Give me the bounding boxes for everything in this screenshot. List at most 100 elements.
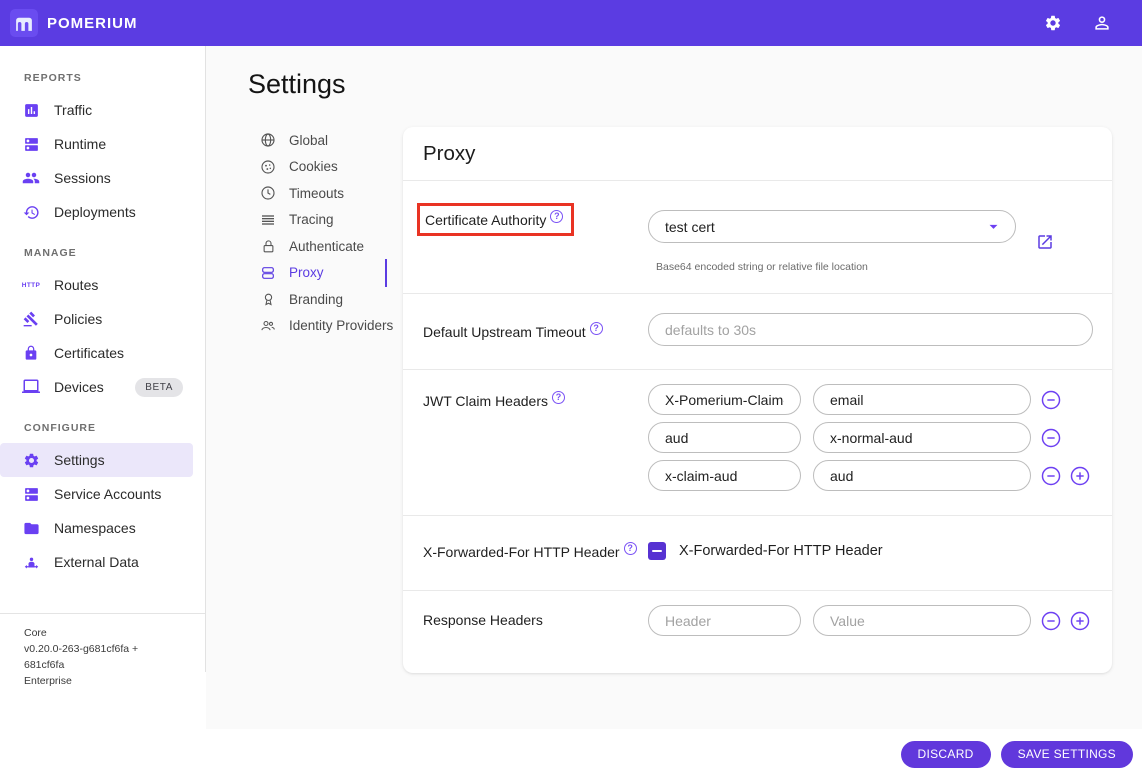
- jwt-claim-pair: [648, 384, 1093, 415]
- sidebar-item-external-data[interactable]: External Data: [0, 545, 193, 579]
- x-forwarded-for-checkbox-label: X-Forwarded-For HTTP Header: [679, 543, 883, 559]
- tab-cookies[interactable]: Cookies: [248, 154, 403, 181]
- runtime-icon: [22, 135, 40, 153]
- sidebar-item-deployments[interactable]: Deployments: [0, 195, 193, 229]
- jwt-claim-value-input[interactable]: [813, 460, 1031, 491]
- tab-global[interactable]: Global: [248, 127, 403, 154]
- sidebar-item-service-accounts[interactable]: Service Accounts: [0, 477, 193, 511]
- account-icon[interactable]: [1092, 13, 1112, 33]
- tab-authenticate[interactable]: Authenticate: [248, 233, 403, 260]
- jwt-claim-headers-label: JWT Claim Headers: [423, 393, 548, 409]
- certificate-authority-select[interactable]: test cert: [648, 210, 1016, 243]
- lock-icon: [260, 238, 276, 254]
- external-link-icon[interactable]: [1036, 233, 1054, 251]
- proxy-icon: [260, 265, 276, 281]
- remove-row-icon[interactable]: [1040, 465, 1062, 487]
- tab-tracing[interactable]: Tracing: [248, 207, 403, 234]
- subnav-label: Authenticate: [289, 238, 365, 254]
- sidebar-section-configure: CONFIGURE: [24, 422, 96, 434]
- certificate-authority-label: Certificate Authority: [425, 212, 547, 228]
- sidebar-item-label: Routes: [54, 277, 99, 293]
- version-info: Core v0.20.0-263-g681cf6fa + 681cf6fa En…: [0, 613, 205, 700]
- remove-row-icon[interactable]: [1040, 610, 1062, 632]
- default-upstream-timeout-input[interactable]: [648, 313, 1093, 346]
- proxy-settings-card: Proxy Certificate Authority test cert: [403, 127, 1112, 673]
- response-header-name-input[interactable]: [648, 605, 801, 636]
- version-build: v0.20.0-263-g681cf6fa + 681cf6fa: [24, 643, 139, 671]
- sidebar-item-label: Devices: [54, 379, 104, 395]
- deployments-icon: [22, 203, 40, 221]
- jwt-claim-header-input[interactable]: [648, 422, 801, 453]
- default-upstream-timeout-row: Default Upstream Timeout: [403, 294, 1112, 369]
- tab-identity-providers[interactable]: Identity Providers: [248, 313, 403, 340]
- sidebar-item-certificates[interactable]: Certificates: [0, 336, 193, 370]
- remove-row-icon[interactable]: [1040, 389, 1062, 411]
- sidebar-item-label: Certificates: [54, 345, 125, 361]
- subnav-label: Cookies: [289, 159, 338, 175]
- pomerium-logo-icon: [10, 9, 38, 37]
- sidebar-item-label: Policies: [54, 311, 103, 327]
- routes-icon: HTTP: [21, 281, 41, 289]
- help-icon[interactable]: [589, 322, 603, 335]
- response-headers-label: Response Headers: [423, 612, 543, 628]
- x-forwarded-for-label: X-Forwarded-For HTTP Header: [423, 544, 620, 560]
- help-icon[interactable]: [623, 542, 637, 555]
- external-data-icon: [22, 553, 40, 571]
- x-forwarded-for-checkbox[interactable]: [648, 542, 666, 560]
- sidebar-item-sessions[interactable]: Sessions: [0, 161, 193, 195]
- sidebar-item-policies[interactable]: Policies: [0, 302, 193, 336]
- branding-icon: [260, 291, 276, 307]
- help-icon[interactable]: [550, 210, 564, 223]
- beta-badge: BETA: [135, 377, 183, 397]
- tab-branding[interactable]: Branding: [248, 286, 403, 313]
- save-settings-button[interactable]: SAVE SETTINGS: [1000, 740, 1133, 768]
- certificate-authority-value: test cert: [665, 218, 715, 235]
- sidebar-item-namespaces[interactable]: Namespaces: [0, 511, 193, 545]
- jwt-claim-value-input[interactable]: [813, 422, 1031, 453]
- jwt-claim-value-input[interactable]: [813, 384, 1031, 415]
- settings-icon: [22, 451, 40, 469]
- sidebar-section-reports: REPORTS: [24, 72, 82, 84]
- certificate-authority-helper: Base64 encoded string or relative file l…: [656, 261, 868, 273]
- discard-button[interactable]: DISCARD: [900, 740, 991, 768]
- remove-row-icon[interactable]: [1040, 427, 1062, 449]
- subnav-label: Timeouts: [289, 185, 345, 201]
- brand-name: POMERIUM: [47, 14, 138, 32]
- action-footer: DISCARD SAVE SETTINGS: [0, 729, 1142, 779]
- top-bar: POMERIUM: [0, 0, 1142, 46]
- subnav-label: Branding: [289, 291, 344, 307]
- response-header-value-input[interactable]: [813, 605, 1031, 636]
- jwt-claim-header-input[interactable]: [648, 384, 801, 415]
- settings-gear-icon[interactable]: [1044, 14, 1062, 32]
- sidebar-item-settings[interactable]: Settings: [0, 443, 193, 477]
- clock-icon: [260, 185, 276, 201]
- certificate-authority-row: Certificate Authority test cert: [403, 181, 1112, 293]
- certificates-icon: [22, 344, 40, 362]
- tab-proxy[interactable]: Proxy: [248, 258, 403, 286]
- traffic-icon: [22, 101, 40, 119]
- subnav-label: Identity Providers: [289, 318, 394, 334]
- add-row-icon[interactable]: [1069, 465, 1091, 487]
- sidebar-item-traffic[interactable]: Traffic: [0, 93, 193, 127]
- sidebar-item-label: Service Accounts: [54, 486, 162, 502]
- version-product: Core: [24, 627, 47, 639]
- jwt-claim-header-input[interactable]: [648, 460, 801, 491]
- sidebar-item-label: External Data: [54, 554, 139, 570]
- jwt-claim-headers-row: JWT Claim Headers: [403, 370, 1112, 515]
- add-row-icon[interactable]: [1069, 610, 1091, 632]
- namespaces-icon: [22, 519, 40, 537]
- response-header-pair: [648, 605, 1093, 636]
- sessions-icon: [22, 169, 40, 187]
- default-upstream-timeout-label: Default Upstream Timeout: [423, 324, 586, 340]
- sidebar-item-runtime[interactable]: Runtime: [0, 127, 193, 161]
- settings-subnav: Global Cookies Timeouts Tracing Authenti…: [248, 127, 403, 339]
- sidebar-section-manage: MANAGE: [24, 247, 77, 259]
- globe-icon: [260, 132, 276, 148]
- sidebar-item-routes[interactable]: HTTP Routes: [0, 268, 193, 302]
- sidebar: REPORTS Traffic Runtime Sessions Deploym…: [0, 46, 206, 729]
- tab-timeouts[interactable]: Timeouts: [248, 180, 403, 207]
- version-edition: Enterprise: [24, 675, 72, 687]
- service-accounts-icon: [22, 485, 40, 503]
- sidebar-item-devices[interactable]: Devices BETA: [0, 370, 193, 404]
- help-icon[interactable]: [552, 391, 565, 404]
